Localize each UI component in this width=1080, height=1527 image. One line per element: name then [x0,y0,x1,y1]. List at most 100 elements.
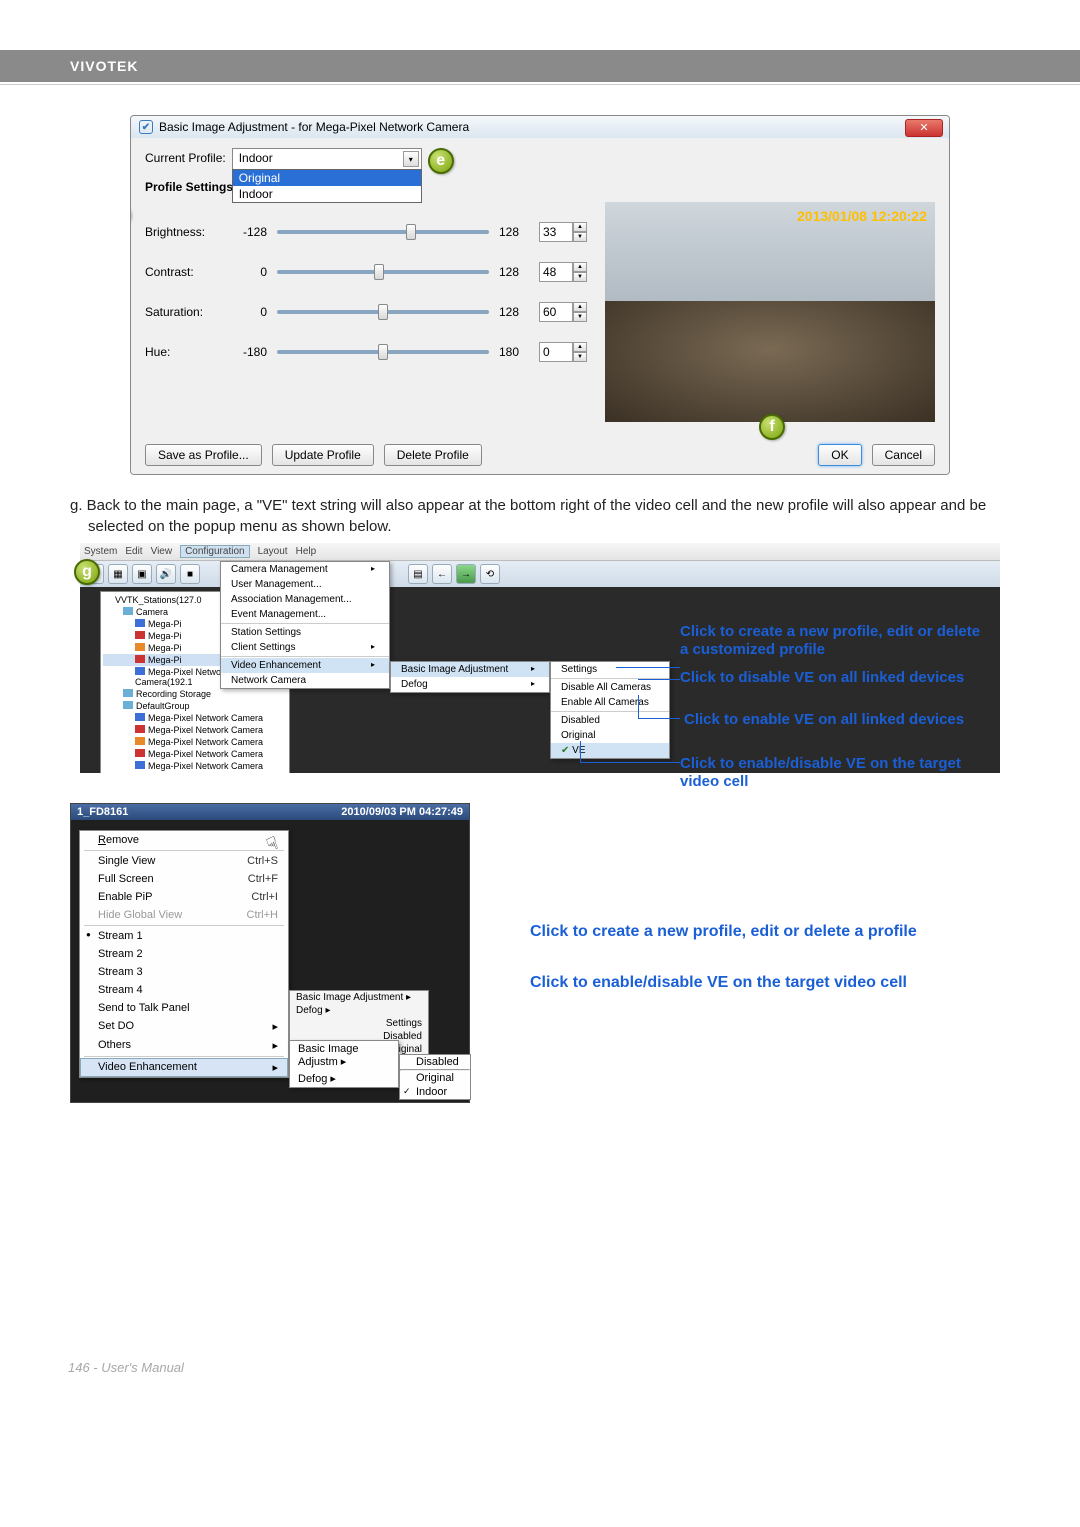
disable-all-item[interactable]: Disable All Cameras [551,680,669,695]
saturation-slider[interactable] [277,310,489,314]
hue-slider[interactable] [277,350,489,354]
menu-others[interactable]: Others▸ [80,1036,288,1055]
contrast-slider[interactable] [277,270,489,274]
config-menu[interactable]: Camera Management User Management... Ass… [220,561,390,689]
context-menu-screenshot: 1_FD8161 2010/09/03 PM 04:27:49 RRemovee… [70,803,1055,1113]
current-profile-value: Indoor [239,151,273,165]
saturation-thumb[interactable] [378,304,388,320]
delete-profile-button[interactable]: Delete Profile [384,444,482,466]
camera-name: 1_FD8161 [77,806,128,818]
contrast-spinner[interactable]: ▲▼ [539,262,587,282]
spin-down-icon[interactable]: ▼ [573,272,587,282]
toolbar-button[interactable]: ■ [180,564,200,584]
cancel-button[interactable]: Cancel [872,444,935,466]
brightness-label: Brightness: [145,225,223,239]
contrast-max: 128 [499,265,529,279]
dialog-titlebar[interactable]: ✔ Basic Image Adjustment - for Mega-Pixe… [131,116,949,138]
menubar[interactable]: System Edit View Configuration Layout He… [80,543,1000,561]
video-context-menu[interactable]: RRemoveemove Single ViewCtrl+S Full Scre… [79,830,289,1078]
app-icon: ✔ [139,120,153,134]
bia-item[interactable]: Basic Image Adjustm ▸ [290,1041,398,1070]
basic-image-adjustment-dialog: ✔ Basic Image Adjustment - for Mega-Pixe… [130,115,950,475]
spin-up-icon[interactable]: ▲ [573,262,587,272]
contrast-value[interactable] [539,262,573,282]
spin-up-icon[interactable]: ▲ [573,222,587,232]
sub-original[interactable]: Original [400,1071,470,1085]
dropdown-option-indoor[interactable]: Indoor [233,186,421,202]
video-enhancement-item[interactable]: Video Enhancement [221,658,389,673]
spin-down-icon[interactable]: ▼ [573,312,587,322]
update-profile-button[interactable]: Update Profile [272,444,374,466]
bia-item[interactable]: Basic Image Adjustment [391,662,549,677]
video-preview: 2013/01/08 12:20:22 [605,202,935,422]
menu-set-do[interactable]: Set DO▸ [80,1017,288,1036]
menu-stream1[interactable]: ●Stream 1 [80,927,288,945]
save-as-profile-button[interactable]: Save as Profile... [145,444,262,466]
camera-titlebar: 1_FD8161 2010/09/03 PM 04:27:49 [71,804,469,820]
spin-up-icon[interactable]: ▲ [573,302,587,312]
menu-enable-pip[interactable]: Enable PiPCtrl+I [80,888,288,906]
toolbar-button[interactable]: 🔊 [156,564,176,584]
spin-down-icon[interactable]: ▼ [573,232,587,242]
hue-thumb[interactable] [378,344,388,360]
marker-c: c [130,202,131,228]
saturation-spinner[interactable]: ▲▼ [539,302,587,322]
settings-item[interactable]: Settings [551,662,669,677]
paragraph-g: g. Back to the main page, a "VE" text st… [70,495,1010,537]
camera-timestamp: 2010/09/03 PM 04:27:49 [341,806,463,818]
hue-value[interactable] [539,342,573,362]
menu-video-enhancement[interactable]: Video Enhancement▸ [80,1058,288,1077]
toolbar-button[interactable]: ⟲ [480,564,500,584]
brightness-thumb[interactable] [406,224,416,240]
menu-hide-global: Hide Global ViewCtrl+H [80,906,288,924]
contrast-thumb[interactable] [374,264,384,280]
sub-indoor[interactable]: Indoor [400,1085,470,1099]
menu-layout[interactable]: Layout [258,546,288,557]
annotation-enable: Click to enable VE on all linked devices [684,711,994,729]
menu-talk-panel[interactable]: Send to Talk Panel [80,999,288,1017]
toolbar-button[interactable]: ▦ [108,564,128,584]
saturation-min: 0 [233,305,267,319]
ve-submenu[interactable]: Basic Image Adjustm ▸ Defog ▸ [289,1040,399,1088]
brightness-spinner[interactable]: ▲▼ [539,222,587,242]
profile-submenu[interactable]: Disabled Original Indoor [399,1054,471,1100]
saturation-value[interactable] [539,302,573,322]
contrast-min: 0 [233,265,267,279]
spin-up-icon[interactable]: ▲ [573,342,587,352]
profile-dropdown-list[interactable]: Original Indoor [232,169,422,203]
menu-system[interactable]: System [84,546,117,557]
brightness-slider[interactable] [277,230,489,234]
menu-full-screen[interactable]: Full ScreenCtrl+F [80,870,288,888]
current-profile-label: Current Profile: [145,148,226,165]
toolbar-next-button[interactable]: → [456,564,476,584]
brightness-value[interactable] [539,222,573,242]
menu-help[interactable]: Help [296,546,317,557]
main-window-screenshot: g System Edit View Configuration Layout … [80,543,1000,773]
hue-spinner[interactable]: ▲▼ [539,342,587,362]
menu-edit[interactable]: Edit [125,546,142,557]
ok-button[interactable]: OK [818,444,861,466]
hue-row: Hue: -180 180 ▲▼ [145,342,587,362]
menu-stream4[interactable]: Stream 4 [80,981,288,999]
menu-configuration[interactable]: Configuration [180,545,249,558]
current-profile-dropdown[interactable]: Indoor ▾ Original Indoor [232,148,422,170]
close-button[interactable]: ✕ [905,119,943,137]
menu-view[interactable]: View [151,546,173,557]
toolbar-button[interactable]: ▣ [132,564,152,584]
toolbar[interactable]: ⟳ ▦ ▣ 🔊 ■ ▤ ← → ⟲ [80,561,1000,587]
menu-stream2[interactable]: Stream 2 [80,945,288,963]
sub-disabled[interactable]: Disabled [400,1055,470,1069]
toolbar-button[interactable]: ▤ [408,564,428,584]
chevron-down-icon[interactable]: ▾ [403,151,419,167]
spin-down-icon[interactable]: ▼ [573,352,587,362]
dropdown-option-original[interactable]: Original [233,170,421,186]
ve-submenu[interactable]: Basic Image Adjustment Defog [390,661,550,693]
menu-single-view[interactable]: Single ViewCtrl+S [80,852,288,870]
defog-item[interactable]: Defog ▸ [290,1070,398,1087]
toolbar-button[interactable]: ← [432,564,452,584]
menu-remove[interactable]: RRemoveemove [80,831,288,849]
hue-max: 180 [499,345,529,359]
annotation-create: Click to create a new profile, edit or d… [680,623,990,659]
page-footer: 146 - User's Manual [68,1360,184,1375]
menu-stream3[interactable]: Stream 3 [80,963,288,981]
